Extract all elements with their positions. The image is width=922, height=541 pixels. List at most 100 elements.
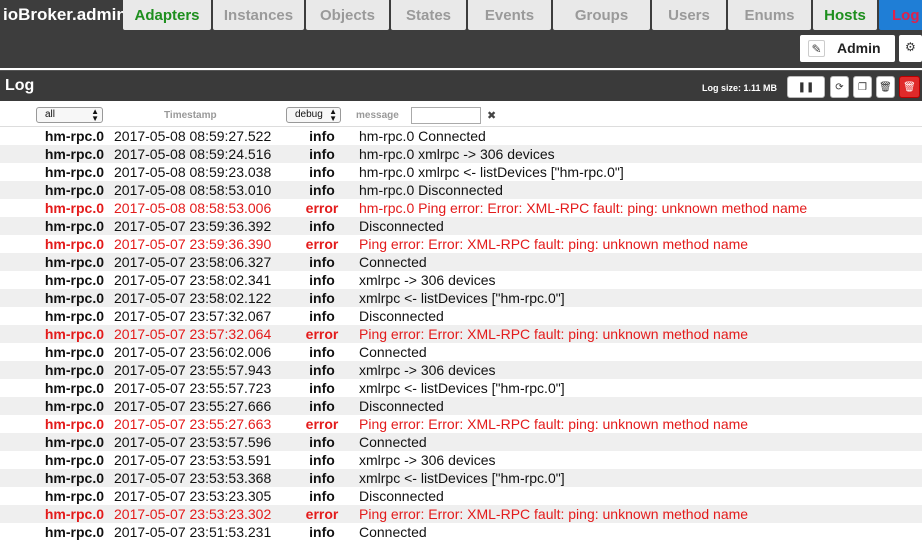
log-timestamp: 2017-05-07 23:58:02.122 bbox=[114, 290, 272, 306]
log-severity: error bbox=[305, 506, 339, 522]
log-source: hm-rpc.0 bbox=[44, 290, 104, 306]
table-row: hm-rpc.0 2017-05-07 23:57:32.064 error Ping… bbox=[0, 325, 922, 343]
tab-objects[interactable]: Objects bbox=[306, 0, 389, 30]
log-source: hm-rpc.0 bbox=[44, 200, 104, 216]
settings-button[interactable]: ⚙ bbox=[899, 35, 922, 62]
log-timestamp: 2017-05-07 23:53:23.302 bbox=[114, 506, 272, 522]
log-size: Log size: 1.11 MB bbox=[702, 83, 778, 93]
clear-filter-icon[interactable]: ✖ bbox=[487, 109, 496, 122]
timestamp-header[interactable]: Timestamp bbox=[164, 110, 217, 121]
log-source: hm-rpc.0 bbox=[44, 470, 104, 486]
log-timestamp: 2017-05-08 08:59:27.522 bbox=[114, 128, 272, 144]
log-timestamp: 2017-05-07 23:57:32.064 bbox=[114, 326, 272, 342]
log-timestamp: 2017-05-08 08:58:53.006 bbox=[114, 200, 272, 216]
table-row: hm-rpc.0 2017-05-07 23:58:06.327 info Conne… bbox=[0, 253, 922, 271]
log-severity: info bbox=[309, 272, 335, 288]
severity-filter-select[interactable]: debug ▲ ▼ bbox=[286, 107, 341, 123]
log-source: hm-rpc.0 bbox=[44, 146, 104, 162]
table-row: hm-rpc.0 2017-05-07 23:56:02.006 info Conne… bbox=[0, 343, 922, 361]
tab-events[interactable]: Events bbox=[468, 0, 551, 30]
log-source: hm-rpc.0 bbox=[44, 326, 104, 342]
log-source: hm-rpc.0 bbox=[44, 128, 104, 144]
log-message: Ping error: Error: XML-RPC fault: ping: … bbox=[359, 236, 749, 252]
log-timestamp: 2017-05-08 08:59:23.038 bbox=[114, 164, 272, 180]
log-message: Ping error: Error: XML-RPC fault: ping: … bbox=[359, 506, 749, 522]
pause-icon: ❚❚ bbox=[797, 81, 815, 93]
copy-button[interactable]: ❐ bbox=[853, 76, 872, 98]
app-title: ioBroker.admin bbox=[3, 5, 127, 24]
log-message: Disconnected bbox=[359, 398, 444, 414]
log-severity: info bbox=[309, 362, 335, 378]
log-source: hm-rpc.0 bbox=[44, 524, 104, 540]
log-timestamp: 2017-05-07 23:53:53.368 bbox=[114, 470, 272, 486]
source-filter-value: all bbox=[45, 109, 56, 120]
refresh-icon: ⟳ bbox=[835, 81, 844, 93]
top-navbar: ioBroker.admin Adapters Instances Objects S… bbox=[0, 0, 922, 68]
tab-states[interactable]: States bbox=[391, 0, 466, 30]
log-severity: info bbox=[309, 344, 335, 360]
log-severity: info bbox=[309, 452, 335, 468]
log-source: hm-rpc.0 bbox=[44, 254, 104, 270]
table-row: hm-rpc.0 2017-05-07 23:55:27.666 info Disco… bbox=[0, 397, 922, 415]
log-timestamp: 2017-05-07 23:55:57.943 bbox=[114, 362, 272, 378]
log-timestamp: 2017-05-07 23:58:06.327 bbox=[114, 254, 272, 270]
tab-log[interactable]: Log bbox=[879, 0, 922, 30]
delete-log-button[interactable]: 🗑 bbox=[899, 76, 920, 98]
user-panel[interactable]: ✎ Admin bbox=[800, 35, 895, 62]
trash-red-icon: 🗑 bbox=[903, 81, 916, 93]
log-source: hm-rpc.0 bbox=[44, 164, 104, 180]
log-severity: info bbox=[309, 524, 335, 540]
table-row: hm-rpc.0 2017-05-07 23:55:57.943 info xmlrp… bbox=[0, 361, 922, 379]
log-message: hm-rpc.0 xmlrpc <- listDevices ["hm-rpc.… bbox=[359, 164, 624, 180]
log-timestamp: 2017-05-07 23:55:57.723 bbox=[114, 380, 272, 396]
table-row: hm-rpc.0 2017-05-07 23:53:57.596 info Conne… bbox=[0, 433, 922, 451]
table-row: hm-rpc.0 2017-05-07 23:53:53.368 info xmlrp… bbox=[0, 469, 922, 487]
log-source: hm-rpc.0 bbox=[44, 344, 104, 360]
user-name[interactable]: Admin bbox=[837, 40, 881, 56]
log-source: hm-rpc.0 bbox=[44, 506, 104, 522]
log-severity: error bbox=[305, 200, 339, 216]
log-severity: info bbox=[309, 398, 335, 414]
select-arrows-icon: ▲ ▼ bbox=[91, 107, 99, 123]
log-timestamp: 2017-05-07 23:53:23.305 bbox=[114, 488, 272, 504]
log-timestamp: 2017-05-07 23:53:53.591 bbox=[114, 452, 272, 468]
log-timestamp: 2017-05-07 23:58:02.341 bbox=[114, 272, 272, 288]
log-message: xmlrpc -> 306 devices bbox=[359, 452, 496, 468]
table-row: hm-rpc.0 2017-05-07 23:55:57.723 info xmlrp… bbox=[0, 379, 922, 397]
log-source: hm-rpc.0 bbox=[44, 488, 104, 504]
message-filter-input[interactable] bbox=[411, 107, 481, 124]
clear-button[interactable]: 🗑 bbox=[876, 76, 895, 98]
log-source: hm-rpc.0 bbox=[44, 236, 104, 252]
log-source: hm-rpc.0 bbox=[44, 452, 104, 468]
log-timestamp: 2017-05-07 23:55:27.666 bbox=[114, 398, 272, 414]
log-source: hm-rpc.0 bbox=[44, 434, 104, 450]
source-filter-select[interactable]: all ▲ ▼ bbox=[36, 107, 103, 123]
log-severity: error bbox=[305, 236, 339, 252]
tab-adapters[interactable]: Adapters bbox=[123, 0, 211, 30]
table-row: hm-rpc.0 2017-05-07 23:58:02.341 info xmlrp… bbox=[0, 271, 922, 289]
pencil-icon[interactable]: ✎ bbox=[808, 40, 825, 57]
log-message: hm-rpc.0 xmlrpc -> 306 devices bbox=[359, 146, 555, 162]
log-message: Ping error: Error: XML-RPC fault: ping: … bbox=[359, 326, 749, 342]
log-source: hm-rpc.0 bbox=[44, 398, 104, 414]
tab-hosts[interactable]: Hosts bbox=[813, 0, 877, 30]
log-source: hm-rpc.0 bbox=[44, 416, 104, 432]
log-filter-row: all ▲ ▼ Timestamp debug ▲ ▼ message ✖ bbox=[0, 103, 922, 127]
table-row: hm-rpc.0 2017-05-08 08:59:27.522 info hm-rp… bbox=[0, 127, 922, 145]
log-message: xmlrpc <- listDevices ["hm-rpc.0"] bbox=[359, 290, 565, 306]
tab-instances[interactable]: Instances bbox=[213, 0, 304, 30]
tab-enums[interactable]: Enums bbox=[728, 0, 811, 30]
refresh-button[interactable]: ⟳ bbox=[830, 76, 849, 98]
log-source: hm-rpc.0 bbox=[44, 362, 104, 378]
message-header: message bbox=[356, 110, 399, 121]
main-tabs: Adapters Instances Objects States Events Grou… bbox=[123, 0, 922, 30]
log-message: hm-rpc.0 Ping error: Error: XML-RPC faul… bbox=[359, 200, 808, 216]
trash-icon: 🗑 bbox=[879, 81, 892, 93]
table-row: hm-rpc.0 2017-05-07 23:57:32.067 info Disco… bbox=[0, 307, 922, 325]
tab-groups[interactable]: Groups bbox=[553, 0, 650, 30]
log-severity: info bbox=[309, 380, 335, 396]
log-source: hm-rpc.0 bbox=[44, 380, 104, 396]
log-source: hm-rpc.0 bbox=[44, 218, 104, 234]
tab-users[interactable]: Users bbox=[652, 0, 726, 30]
pause-button[interactable]: ❚❚ bbox=[787, 76, 825, 98]
